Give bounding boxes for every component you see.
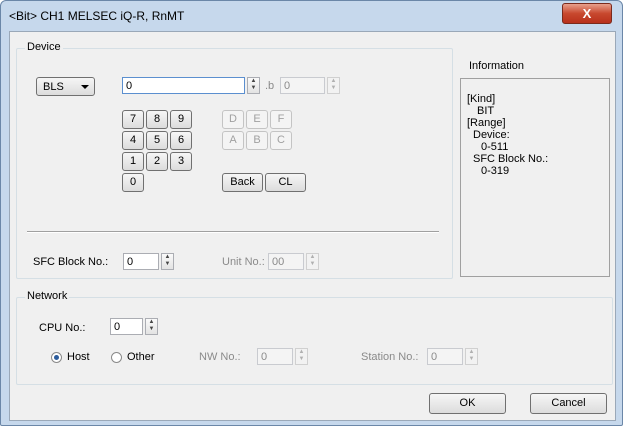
key-f-button[interactable]: F — [270, 110, 292, 129]
key-b-button[interactable]: B — [246, 131, 268, 150]
window-title: <Bit> CH1 MELSEC iQ-R, RnMT — [9, 9, 185, 23]
sfc-block-input[interactable]: 0 — [123, 253, 159, 270]
device-address-input[interactable]: 0 — [122, 77, 245, 94]
key-7-button[interactable]: 7 — [122, 110, 144, 129]
device-type-value: BLS — [43, 81, 64, 93]
info-kind-value: BIT — [477, 105, 495, 117]
info-kind-heading: [Kind] — [467, 93, 496, 105]
cpu-no-spin-button[interactable]: ▲ ▼ — [145, 318, 158, 335]
nw-no-label: NW No.: — [199, 351, 241, 363]
title-bar[interactable]: <Bit> CH1 MELSEC iQ-R, RnMT X — [1, 1, 622, 31]
close-button[interactable]: X — [562, 3, 612, 24]
unit-no-input[interactable]: 00 — [268, 253, 304, 270]
key-0-button[interactable]: 0 — [122, 173, 144, 192]
key-c-button[interactable]: C — [270, 131, 292, 150]
bit-number-input[interactable]: 0 — [280, 77, 325, 94]
key-6-button[interactable]: 6 — [170, 131, 192, 150]
device-group-label: Device — [25, 41, 63, 53]
key-4-button[interactable]: 4 — [122, 131, 144, 150]
station-no-spin-button[interactable]: ▲ ▼ — [465, 348, 478, 365]
cpu-no-input[interactable]: 0 — [110, 318, 143, 335]
key-d-button[interactable]: D — [222, 110, 244, 129]
clear-button[interactable]: CL — [265, 173, 306, 192]
other-radio[interactable] — [111, 352, 122, 363]
device-type-combo[interactable]: BLS — [36, 77, 95, 96]
device-separator — [27, 231, 439, 233]
bit-separator-label: .b — [265, 80, 275, 92]
key-a-button[interactable]: A — [222, 131, 244, 150]
nw-no-input[interactable]: 0 — [257, 348, 293, 365]
cpu-no-label: CPU No.: — [39, 322, 86, 334]
unit-no-label: Unit No.: — [222, 256, 265, 268]
station-no-label: Station No.: — [361, 351, 419, 363]
info-device-label: Device: — [473, 129, 510, 141]
info-sfc-range: 0-319 — [481, 165, 510, 177]
info-device-range: 0-511 — [481, 141, 509, 153]
back-button[interactable]: Back — [222, 173, 263, 192]
network-group-label: Network — [25, 290, 70, 302]
dialog-client: Device BLS 0 ▲ ▼ .b 0 ▲ ▼ 7 8 9 D E F 4 5 … — [9, 31, 616, 421]
host-radio-label[interactable]: Host — [67, 351, 90, 363]
information-text: [Kind] BIT [Range] Device: 0-511 SFC Blo… — [467, 93, 548, 177]
unit-no-spin-button[interactable]: ▲ ▼ — [306, 253, 319, 270]
key-2-button[interactable]: 2 — [146, 152, 168, 171]
sfc-block-label: SFC Block No.: — [33, 256, 109, 268]
chevron-down-icon — [81, 85, 89, 89]
host-radio[interactable] — [51, 352, 62, 363]
device-group: Device BLS 0 ▲ ▼ .b 0 ▲ ▼ 7 8 9 D E F 4 5 … — [16, 41, 453, 279]
bit-spin-button[interactable]: ▲ ▼ — [327, 77, 340, 94]
nw-no-spin-button[interactable]: ▲ ▼ — [295, 348, 308, 365]
sfc-block-spin-button[interactable]: ▲ ▼ — [161, 253, 174, 270]
key-1-button[interactable]: 1 — [122, 152, 144, 171]
key-e-button[interactable]: E — [246, 110, 268, 129]
other-radio-label[interactable]: Other — [127, 351, 155, 363]
close-icon: X — [582, 6, 592, 21]
info-sfc-label: SFC Block No.: — [473, 153, 549, 165]
network-group: Network CPU No.: 0 ▲ ▼ Host Other NW No.:… — [16, 290, 613, 385]
ok-button[interactable]: OK — [429, 393, 506, 414]
dialog-window: <Bit> CH1 MELSEC iQ-R, RnMT X Device BLS… — [0, 0, 623, 426]
key-9-button[interactable]: 9 — [170, 110, 192, 129]
key-5-button[interactable]: 5 — [146, 131, 168, 150]
key-3-button[interactable]: 3 — [170, 152, 192, 171]
info-range-heading: [Range] — [467, 117, 506, 129]
key-8-button[interactable]: 8 — [146, 110, 168, 129]
address-spin-button[interactable]: ▲ ▼ — [247, 77, 260, 94]
information-panel: [Kind] BIT [Range] Device: 0-511 SFC Blo… — [460, 78, 610, 277]
cancel-button[interactable]: Cancel — [530, 393, 607, 414]
information-title: Information — [469, 60, 525, 72]
station-no-input[interactable]: 0 — [427, 348, 463, 365]
